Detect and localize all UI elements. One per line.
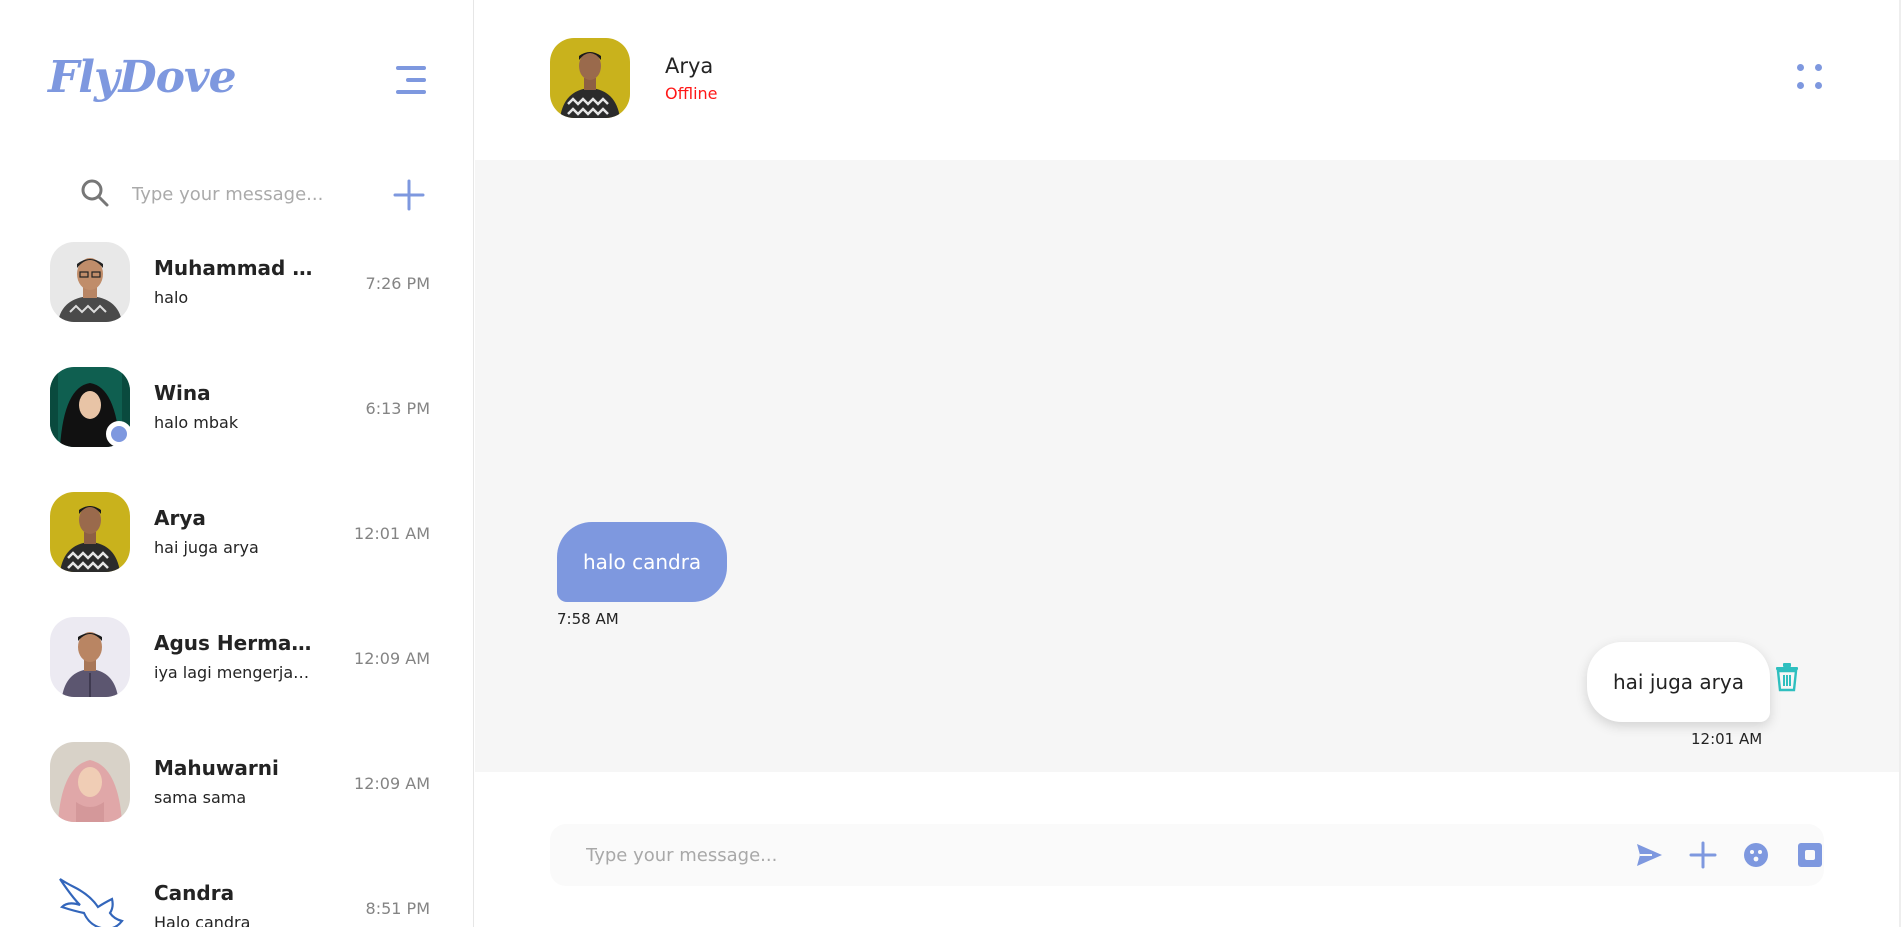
contact-item[interactable]: Agus Hermawan iya lagi mengerjakan 12:09… <box>50 617 430 697</box>
contact-time: 12:09 AM <box>354 649 430 668</box>
photo-man-purple-shirt-icon <box>50 617 130 697</box>
avatar <box>50 742 130 822</box>
avatar <box>50 492 130 572</box>
contact-name: Candra <box>154 881 235 905</box>
contact-time: 12:01 AM <box>354 524 430 543</box>
photo-man-batik-yellow-bg-icon <box>50 492 130 572</box>
dots-grid-icon[interactable] <box>1795 62 1825 92</box>
contact-time: 7:26 PM <box>365 274 430 293</box>
contact-item[interactable]: Arya hai juga arya 12:01 AM <box>50 492 430 572</box>
contact-last-message: halo <box>154 288 189 307</box>
app-window: FlyDove Type your message... Muhammad Ri… <box>0 0 1901 927</box>
contact-name: Arya <box>154 506 206 530</box>
avatar <box>50 617 130 697</box>
contact-item[interactable]: Wina halo mbak 6:13 PM <box>50 367 430 447</box>
attach-plus-icon[interactable] <box>1688 840 1718 870</box>
search-bar <box>76 172 366 216</box>
photo-man-glasses-batik-icon <box>50 242 130 322</box>
contact-last-message: halo mbak <box>154 413 239 432</box>
contact-item[interactable]: Muhammad Risky halo 7:26 PM <box>50 242 430 322</box>
camera-icon[interactable] <box>1795 840 1825 870</box>
menu-icon[interactable] <box>394 66 426 94</box>
message-time: 12:01 AM <box>1691 730 1763 748</box>
outgoing-message[interactable]: hai juga arya <box>1587 642 1770 722</box>
search-input[interactable] <box>132 176 362 212</box>
contact-last-message: iya lagi mengerjakan <box>154 663 314 682</box>
contact-time: 12:09 AM <box>354 774 430 793</box>
contact-name: Wina <box>154 381 211 405</box>
message-input[interactable] <box>586 836 1566 874</box>
emoji-icon[interactable] <box>1741 840 1771 870</box>
photo-man-batik-yellow-bg-icon <box>550 38 630 118</box>
contact-name: Mahuwarni <box>154 756 279 780</box>
online-indicator <box>106 421 132 447</box>
contact-item[interactable]: Mahuwarni sama sama 12:09 AM <box>50 742 430 822</box>
add-contact-icon[interactable] <box>392 178 426 212</box>
avatar[interactable] <box>550 38 630 118</box>
chat-panel: Arya Offline halo candra 7:58 AM hai jug… <box>475 0 1899 927</box>
sidebar: FlyDove Type your message... Muhammad Ri… <box>0 0 474 927</box>
contact-last-message: hai juga arya <box>154 538 259 557</box>
message-area[interactable]: halo candra 7:58 AM hai juga arya 12:01 … <box>475 160 1899 772</box>
contact-last-message: Halo candra <box>154 913 251 927</box>
chat-contact-name: Arya <box>665 54 714 78</box>
contact-last-message: sama sama <box>154 788 247 807</box>
search-icon <box>81 179 109 207</box>
contact-name: Agus Hermawan <box>154 631 324 655</box>
contact-time: 8:51 PM <box>365 899 430 918</box>
chat-header: Arya Offline <box>475 0 1899 160</box>
app-logo: FlyDove <box>48 52 237 103</box>
contact-time: 6:13 PM <box>365 399 430 418</box>
photo-woman-hijab-pink-icon <box>50 742 130 822</box>
contact-name: Muhammad Risky <box>154 256 324 280</box>
avatar <box>50 867 130 927</box>
dove-logo-icon <box>50 867 130 927</box>
avatar <box>50 242 130 322</box>
chat-contact-status: Offline <box>665 84 718 103</box>
contact-item[interactable]: Candra Halo candra 8:51 PM <box>50 867 430 927</box>
message-time: 7:58 AM <box>557 610 619 628</box>
trash-icon[interactable] <box>1774 662 1800 692</box>
message-composer <box>550 824 1824 886</box>
send-icon[interactable] <box>1634 840 1664 870</box>
incoming-message[interactable]: halo candra <box>557 522 728 602</box>
